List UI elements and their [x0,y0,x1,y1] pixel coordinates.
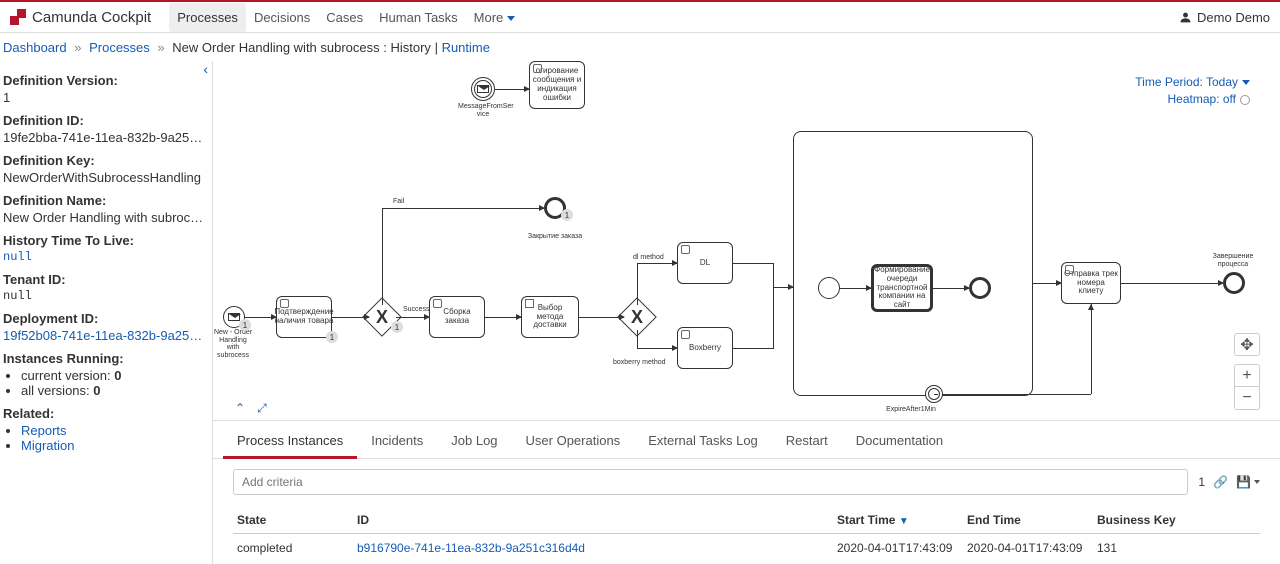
lbl-dl: dl method [633,254,664,262]
breadcrumb-current: New Order Handling with subrocess : Hist… [172,40,431,55]
task-assembly[interactable]: Сборка заказа [429,296,485,338]
def-key: NewOrderWithSubrocessHandling [3,170,207,185]
def-id: 19fe2bba-741e-11ea-832b-9a251c31... [3,130,207,145]
end-event[interactable] [1223,272,1245,294]
def-related-label: Related: [3,406,207,421]
cell-id[interactable]: b916790e-741e-11ea-832b-9a251c316d4d [353,534,833,563]
cell-end: 2020-04-01T17:43:09 [963,534,1093,563]
tab-documentation[interactable]: Documentation [842,425,957,458]
lbl-start: New - Order Handling with subrocess [213,329,253,360]
def-id-label: Definition ID: [3,113,207,128]
zoom-in-button[interactable]: + [1234,364,1260,387]
cell-state: completed [233,534,353,563]
nav-human-tasks[interactable]: Human Tasks [371,3,466,32]
lbl-end: Завершение процесса [1211,253,1255,268]
move-icon[interactable]: ✥ [1234,333,1260,356]
task-delivery[interactable]: Выбор метода доставки [521,296,579,338]
brand-text: Camunda Cockpit [32,9,151,26]
collapse-diagram-icon[interactable]: ⌃ [235,401,245,416]
lbl-fail: Fail [393,198,404,206]
def-httl[interactable]: null [3,250,207,264]
brand[interactable]: Camunda Cockpit [10,9,151,26]
lbl-close: Закрытие заказа [525,233,585,241]
def-deployment-label: Deployment ID: [3,311,207,326]
sort-desc-icon: ▼ [899,516,909,527]
def-running-label: Instances Running: [3,351,207,366]
sub-start[interactable] [818,277,840,299]
save-menu-icon[interactable]: 💾 [1236,475,1260,489]
breadcrumb-dashboard[interactable]: Dashboard [3,40,67,55]
tab-ext-tasks[interactable]: External Tasks Log [634,425,772,458]
message-event[interactable] [471,77,495,101]
link-reports[interactable]: Reports [21,423,67,438]
breadcrumb: Dashboard » Processes » New Order Handli… [0,33,1280,61]
task-dl[interactable]: DL [677,242,733,284]
logo-icon [10,9,26,25]
user-name: Demo Demo [1197,10,1270,25]
tab-process-instances[interactable]: Process Instances [223,425,357,459]
sidebar: ‹ Definition Version: 1 Definition ID: 1… [0,61,213,564]
def-version: 1 [3,90,207,105]
collapse-sidebar-icon[interactable]: ‹ [203,61,208,77]
table-row[interactable]: completed b916790e-741e-11ea-832b-9a251c… [233,534,1260,563]
zoom-out-button[interactable]: − [1234,387,1260,410]
def-deployment[interactable]: 19f52b08-741e-11ea-832b-9a251c31... [3,328,207,343]
cell-start: 2020-04-01T17:43:09 [833,534,963,563]
link-icon[interactable]: 🔗 [1213,475,1228,489]
col-state[interactable]: State [233,507,353,534]
col-start[interactable]: Start Time ▼ [833,507,963,534]
task-track[interactable]: Отправка трек номера клиету [1061,262,1121,304]
running-all: all versions: 0 [21,383,207,398]
breadcrumb-processes[interactable]: Processes [89,40,150,55]
user-icon [1179,11,1192,24]
page-number: 1 [1198,475,1205,489]
running-current: current version: 0 [21,368,207,383]
task-confirm[interactable]: Подтверждение наличия товара [276,296,332,338]
task-log[interactable]: огирование сообщения и индикация ошибки [529,61,585,109]
header: Camunda Cockpit Processes Decisions Case… [0,2,1280,33]
breadcrumb-runtime[interactable]: Runtime [442,40,490,55]
nav-more[interactable]: More [466,3,524,32]
user-menu[interactable]: Demo Demo [1179,10,1270,25]
nav-decisions[interactable]: Decisions [246,3,318,32]
expand-diagram-icon[interactable]: ⤢ [257,401,267,416]
col-bkey[interactable]: Business Key [1093,507,1260,534]
def-tenant: null [3,289,207,303]
tab-incidents[interactable]: Incidents [357,425,437,458]
col-end[interactable]: End Time [963,507,1093,534]
lbl-expire: ExpireAfter1Min [881,406,941,414]
def-tenant-label: Tenant ID: [3,272,207,287]
nav-processes[interactable]: Processes [169,3,246,32]
def-httl-label: History Time To Live: [3,233,207,248]
tab-restart[interactable]: Restart [772,425,842,458]
def-version-label: Definition Version: [3,73,207,88]
tab-user-ops[interactable]: User Operations [512,425,635,458]
def-name-label: Definition Name: [3,193,207,208]
lbl-success: Success [403,306,429,314]
task-queue[interactable]: Формирование очереди транспортной компан… [871,264,933,312]
main-nav: Processes Decisions Cases Human Tasks Mo… [169,3,523,32]
task-boxberry[interactable]: Boxberry [677,327,733,369]
def-key-label: Definition Key: [3,153,207,168]
tabs: Process Instances Incidents Job Log User… [213,425,1280,459]
def-name: New Order Handling with subrocess [3,210,207,225]
lbl-msgservice: MessageFromSer vice [458,103,508,118]
bpmn-diagram[interactable]: Time Period: Today Heatmap: off MessageF… [213,61,1280,421]
timer-event[interactable] [925,385,943,403]
instances-table: State ID Start Time ▼ End Time Business … [233,507,1260,562]
col-id[interactable]: ID [353,507,833,534]
lbl-boxberry: boxberry method [613,359,666,367]
cell-bkey: 131 [1093,534,1260,563]
sub-end[interactable] [969,277,991,299]
nav-cases[interactable]: Cases [318,3,371,32]
tab-job-log[interactable]: Job Log [437,425,511,458]
filter-input[interactable] [233,469,1188,495]
link-migration[interactable]: Migration [21,438,74,453]
